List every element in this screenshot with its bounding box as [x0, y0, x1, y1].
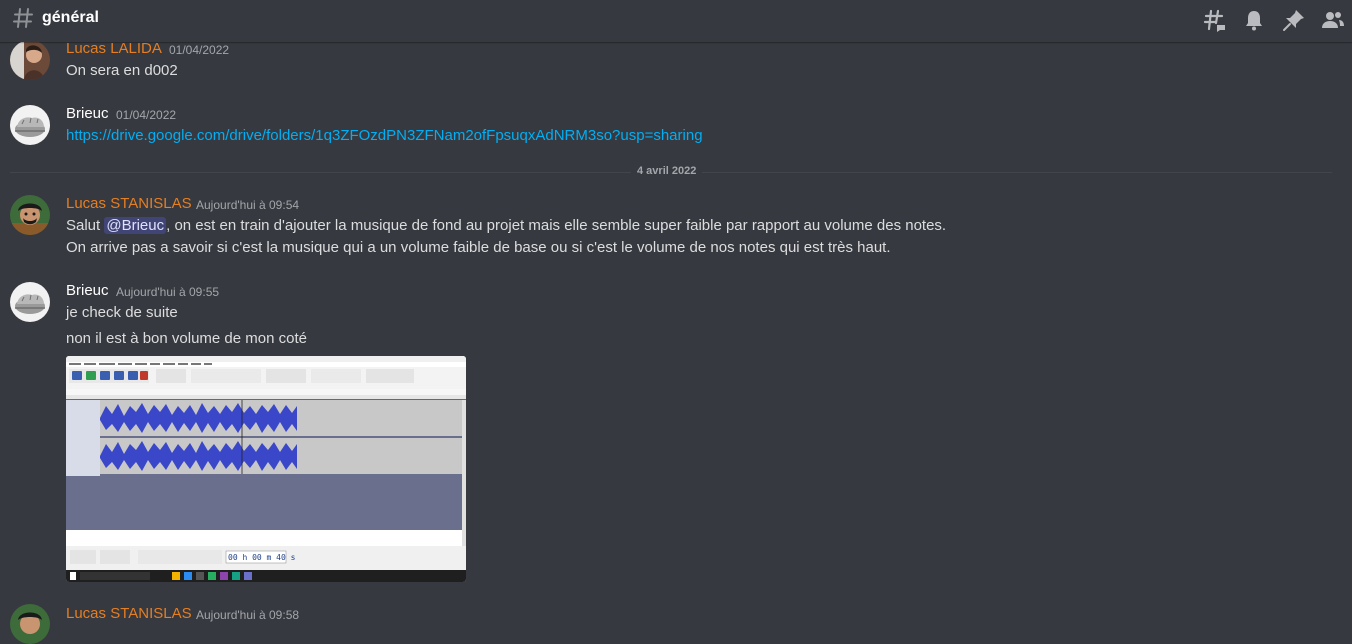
drive-link[interactable]: https://drive.google.com/drive/folders/1…: [66, 127, 703, 144]
channel-name: général: [42, 9, 99, 26]
threads-icon[interactable]: [1203, 8, 1227, 32]
channel-header: général: [0, 0, 1352, 42]
username[interactable]: Lucas STANISLAS: [66, 195, 192, 212]
message-text: je check de suite: [66, 304, 178, 321]
timestamp: 01/04/2022: [116, 108, 177, 122]
username[interactable]: Brieuc: [66, 105, 109, 122]
members-icon[interactable]: [1321, 8, 1345, 32]
user-mention[interactable]: @Brieuc: [104, 217, 167, 234]
timecode-text: 00 h 00 m 40 s: [228, 553, 296, 562]
text-segment: Salut: [66, 217, 105, 234]
timestamp: 01/04/2022: [169, 43, 230, 57]
hashtag-icon: [13, 8, 33, 28]
date-divider-label: 4 avril 2022: [631, 165, 703, 177]
username[interactable]: Lucas LALIDA: [66, 40, 162, 57]
text-segment: , on est en train d'ajouter la musique d…: [166, 217, 947, 234]
avatar[interactable]: [10, 604, 50, 644]
bell-icon[interactable]: [1242, 8, 1266, 32]
avatar[interactable]: [10, 195, 50, 235]
avatar[interactable]: [10, 105, 50, 145]
message-text: non il est à bon volume de mon coté: [66, 330, 307, 347]
audacity-screenshot-image: 00 h 00 m 40 s: [66, 356, 466, 582]
message-text: On sera en d002: [66, 62, 178, 79]
image-attachment[interactable]: 00 h 00 m 40 s: [66, 356, 466, 582]
message-text: Salut @Brieuc, on est en train d'ajouter…: [66, 217, 946, 234]
message-text: On arrive pas a savoir si c'est la musiq…: [66, 239, 891, 256]
username[interactable]: Brieuc: [66, 282, 109, 299]
timestamp: Aujourd'hui à 09:54: [196, 198, 300, 212]
timestamp: Aujourd'hui à 09:55: [116, 285, 220, 299]
avatar[interactable]: [10, 40, 50, 80]
username[interactable]: Lucas STANISLAS: [66, 605, 192, 622]
avatar[interactable]: [10, 282, 50, 322]
pin-icon[interactable]: [1282, 8, 1306, 32]
